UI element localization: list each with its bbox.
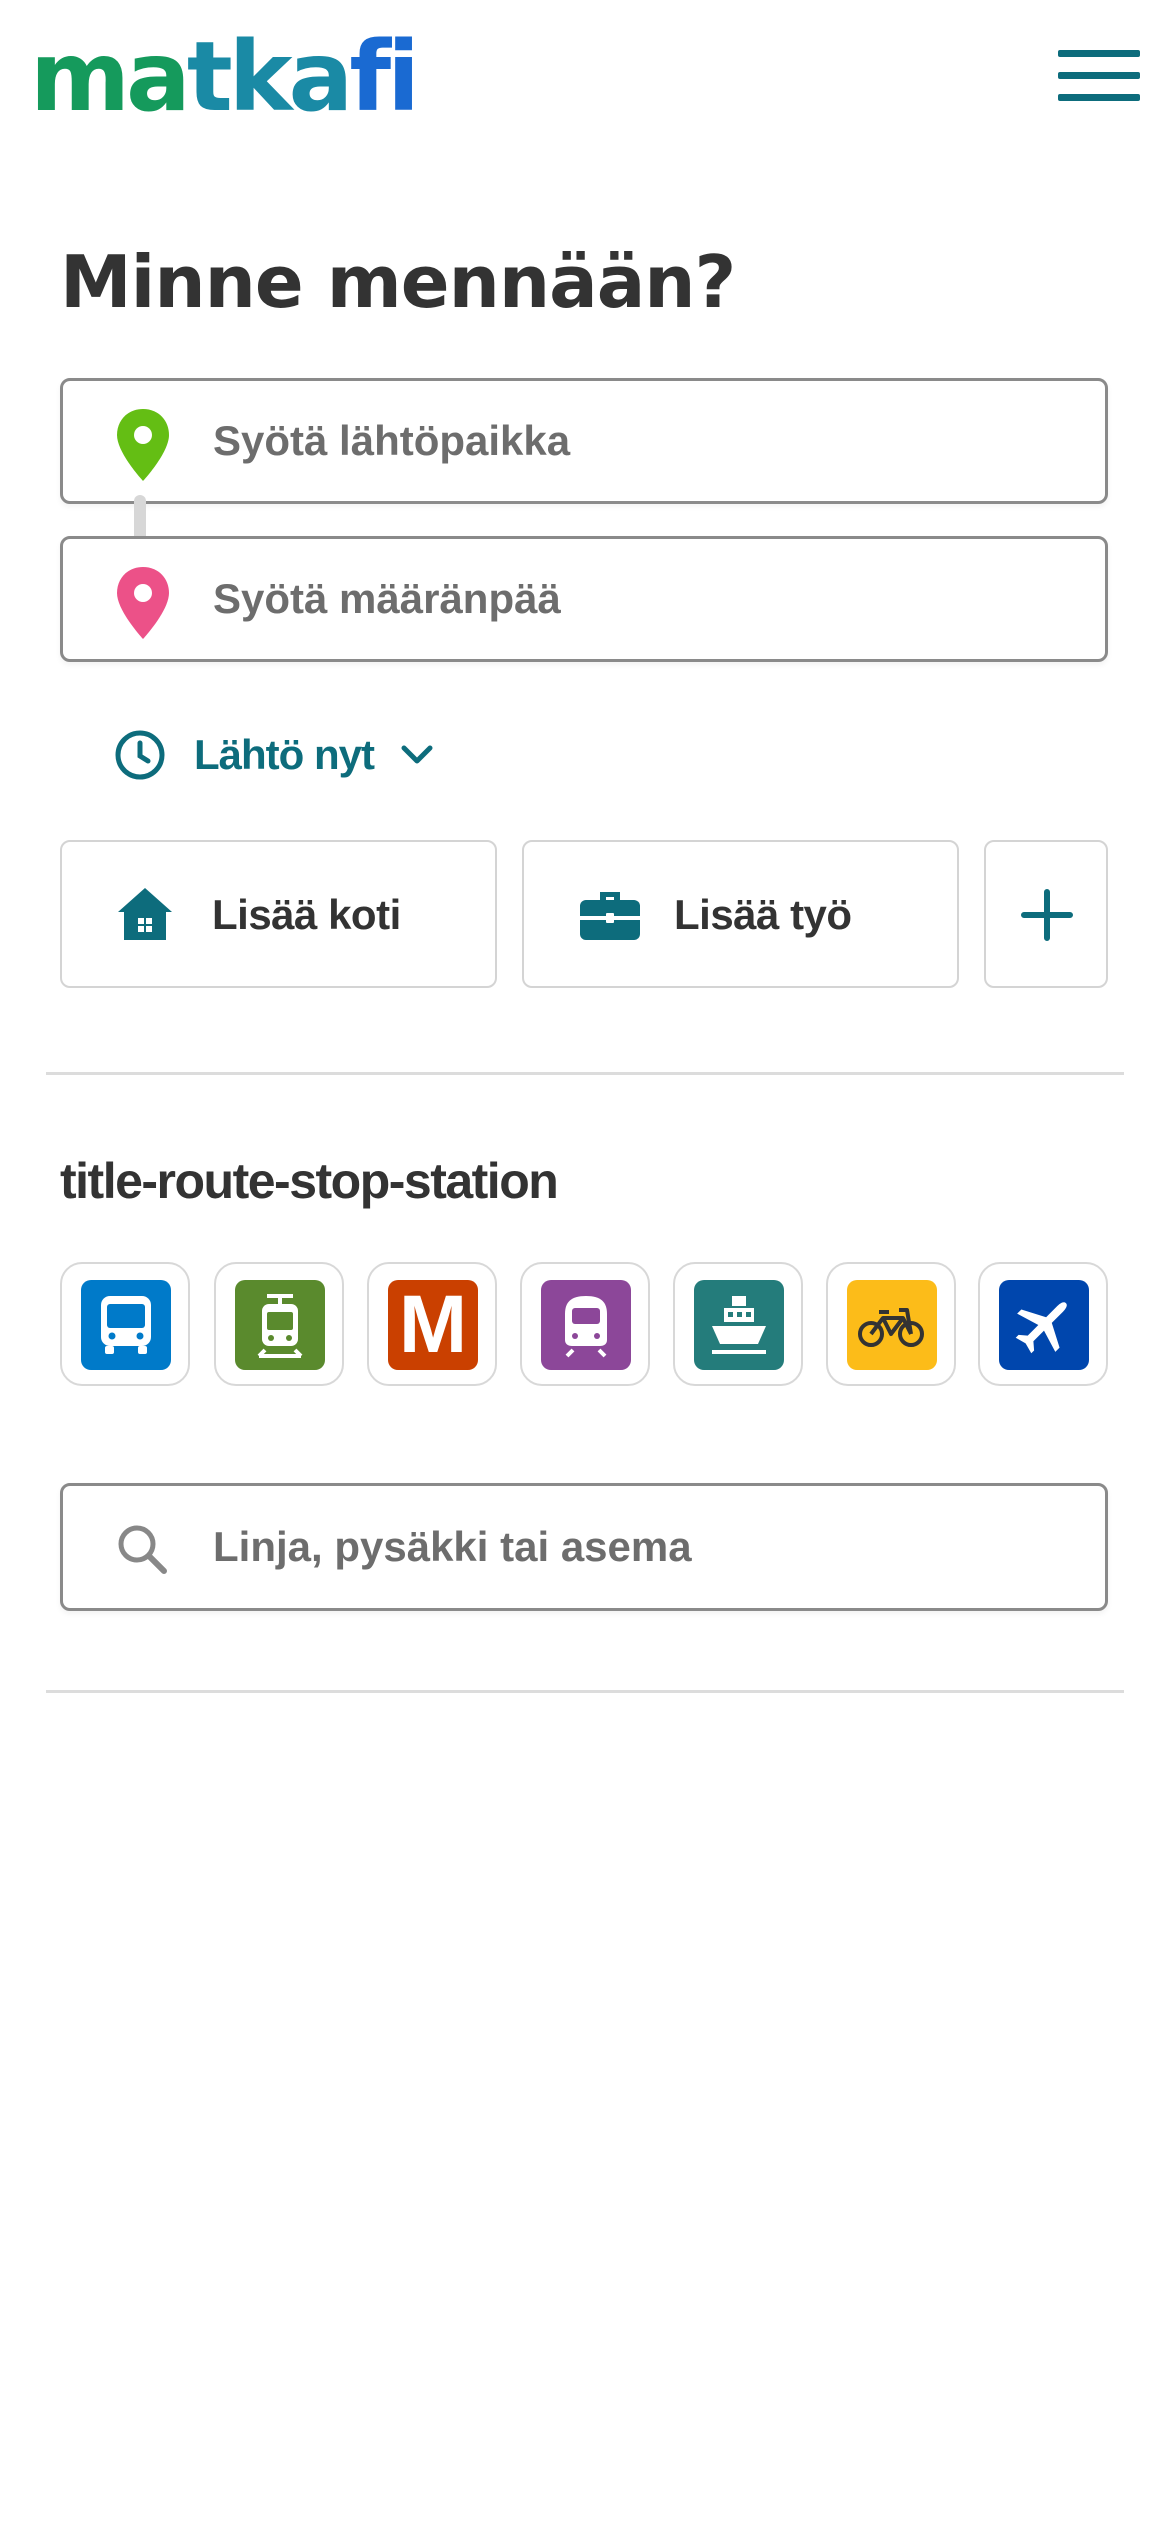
mode-airplane-button[interactable]: [978, 1262, 1108, 1386]
metro-glyph: M: [398, 1279, 468, 1370]
home-icon: [118, 888, 172, 940]
mode-metro-button[interactable]: M: [367, 1262, 497, 1386]
add-home-label: Lisää koti: [212, 891, 401, 938]
section-divider-bottom: [46, 1690, 1124, 1693]
origin-input[interactable]: Syötä lähtöpaikka: [60, 378, 1108, 504]
departure-time-label: Lähtö nyt: [194, 731, 375, 778]
hamburger-menu-icon[interactable]: [1058, 50, 1140, 102]
search-icon: [118, 1525, 167, 1574]
origin-placeholder: Syötä lähtöpaikka: [213, 417, 571, 464]
destination-input[interactable]: Syötä määränpää: [60, 536, 1108, 662]
stops-section-title: title-route-stop-station: [60, 1153, 559, 1209]
destination-pin-icon: [117, 567, 169, 639]
page-title: Minne mennään?: [60, 240, 736, 324]
tram-icon: [235, 1280, 325, 1370]
add-work-button[interactable]: Lisää työ: [522, 840, 959, 988]
add-favourite-button[interactable]: [984, 840, 1108, 988]
destination-placeholder: Syötä määränpää: [213, 575, 561, 622]
briefcase-icon: [580, 892, 640, 940]
chevron-down-icon: [401, 745, 433, 764]
mode-citybike-button[interactable]: [826, 1262, 956, 1386]
mode-ferry-button[interactable]: [673, 1262, 803, 1386]
metro-icon: M: [388, 1280, 478, 1370]
logo-part-3: fi: [349, 21, 420, 133]
route-stop-search-input[interactable]: Linja, pysäkki tai asema: [60, 1483, 1108, 1611]
origin-pin-icon: [117, 409, 169, 481]
bus-icon: [81, 1280, 171, 1370]
ferry-icon: [694, 1280, 784, 1370]
mode-tram-button[interactable]: [214, 1262, 344, 1386]
app-header: matkafi: [0, 0, 1170, 150]
matka-fi-logo[interactable]: matkafi: [30, 21, 420, 133]
section-divider: [46, 1072, 1124, 1075]
search-placeholder: Linja, pysäkki tai asema: [213, 1523, 692, 1570]
logo-part-2: tka: [186, 21, 354, 133]
plus-icon: [1021, 889, 1073, 941]
mode-rail-button[interactable]: [520, 1262, 650, 1386]
logo-part-1: ma: [30, 21, 191, 133]
train-icon: [541, 1280, 631, 1370]
airplane-icon: [999, 1280, 1089, 1370]
clock-icon: [115, 730, 165, 780]
add-work-label: Lisää työ: [674, 891, 852, 938]
mode-bus-button[interactable]: [60, 1262, 190, 1386]
citybike-icon: [847, 1280, 937, 1370]
departure-time-selector[interactable]: Lähtö nyt: [114, 722, 434, 788]
add-home-button[interactable]: Lisää koti: [60, 840, 497, 988]
